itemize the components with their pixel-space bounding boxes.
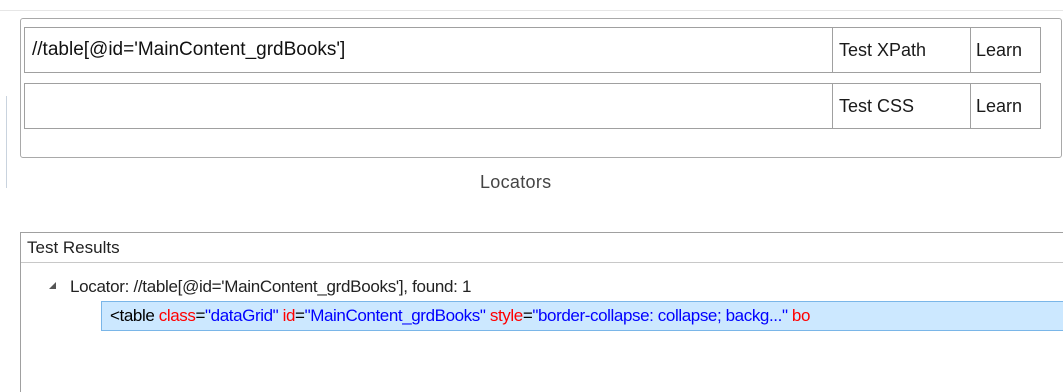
- attr-class-value: "dataGrid": [205, 306, 279, 325]
- tree-node-locator[interactable]: Locator: //table[@id='MainContent_grdBoo…: [49, 277, 471, 297]
- test-results-header: Test Results: [21, 233, 1063, 263]
- locators-group: //table[@id='MainContent_grdBooks'] Test…: [20, 18, 1062, 158]
- locators-caption: Locators: [480, 172, 552, 192]
- attr-style-name: style: [489, 306, 523, 325]
- learn-css-button[interactable]: Learn: [971, 83, 1041, 129]
- attr-id-name: id: [282, 306, 296, 325]
- tree-node-label: Locator: //table[@id='MainContent_grdBoo…: [70, 277, 472, 296]
- test-results-panel: Test Results Locator: //table[@id='MainC…: [20, 232, 1063, 392]
- css-input[interactable]: [24, 83, 833, 129]
- learn-xpath-button[interactable]: Learn: [971, 27, 1041, 73]
- attr-class-name: class: [158, 306, 196, 325]
- attr-id-value: "MainContent_grdBooks": [304, 306, 486, 325]
- attr-truncated: bo: [791, 306, 811, 325]
- collapse-triangle-icon[interactable]: [49, 282, 56, 290]
- test-css-button[interactable]: Test CSS: [833, 83, 971, 129]
- splitter-edge: [6, 96, 7, 188]
- attr-style-value: "border-collapse: collapse; backg...": [532, 306, 788, 325]
- xpath-input[interactable]: //table[@id='MainContent_grdBooks']: [24, 27, 833, 73]
- top-divider: [0, 10, 1063, 11]
- tree-child-element[interactable]: <table class="dataGrid" id="MainContent_…: [101, 301, 1063, 331]
- element-open-tag: <table: [110, 306, 155, 325]
- test-xpath-button[interactable]: Test XPath: [833, 27, 971, 73]
